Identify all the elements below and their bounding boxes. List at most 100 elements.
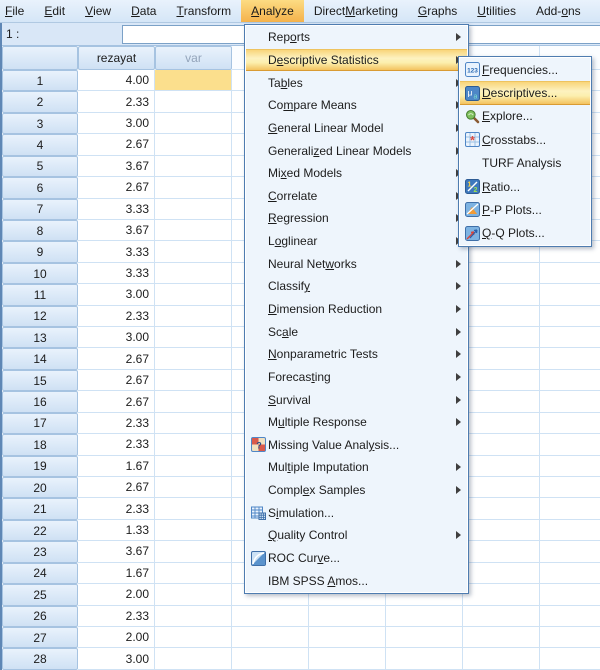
cell-blank[interactable] xyxy=(463,541,540,562)
cell-var-8[interactable] xyxy=(155,220,232,241)
cell-blank[interactable] xyxy=(463,498,540,519)
cell-blank[interactable] xyxy=(540,477,600,498)
submenu-item-explore[interactable]: Explore... xyxy=(460,105,590,128)
cell-rezayat-20[interactable]: 2.67 xyxy=(78,477,155,498)
menu-item-descriptive-statistics[interactable]: Descriptive Statistics xyxy=(246,49,467,72)
row-header-13[interactable]: 13 xyxy=(2,327,78,348)
menu-item-neural-networks[interactable]: Neural Networks xyxy=(246,252,467,275)
menu-item-missing-value-analysis[interactable]: ?Missing Value Analysis... xyxy=(246,434,467,457)
row-header-9[interactable]: 9 xyxy=(2,241,78,262)
menu-item-compare-means[interactable]: Compare Means xyxy=(246,94,467,117)
row-header-28[interactable]: 28 xyxy=(2,648,78,669)
menu-data[interactable]: Data xyxy=(121,0,166,22)
cell-var-4[interactable] xyxy=(155,134,232,155)
cell-blank[interactable] xyxy=(232,627,309,648)
cell-var-16[interactable] xyxy=(155,391,232,412)
cell-blank[interactable] xyxy=(463,348,540,369)
cell-blank[interactable] xyxy=(540,306,600,327)
menu-item-nonparametric-tests[interactable]: Nonparametric Tests xyxy=(246,343,467,366)
submenu-item-descriptives[interactable]: μaDescriptives... xyxy=(460,81,590,104)
menu-item-quality-control[interactable]: Quality Control xyxy=(246,524,467,547)
cell-rezayat-9[interactable]: 3.33 xyxy=(78,241,155,262)
menu-item-survival[interactable]: Survival xyxy=(246,388,467,411)
cell-rezayat-8[interactable]: 3.67 xyxy=(78,220,155,241)
menu-item-mixed-models[interactable]: Mixed Models xyxy=(246,162,467,185)
cell-blank[interactable] xyxy=(463,306,540,327)
cell-var-2[interactable] xyxy=(155,91,232,112)
cell-blank[interactable] xyxy=(540,370,600,391)
row-header-21[interactable]: 21 xyxy=(2,498,78,519)
cell-blank[interactable] xyxy=(540,541,600,562)
cell-var-28[interactable] xyxy=(155,648,232,669)
menu-analyze[interactable]: Analyze xyxy=(241,0,304,22)
cell-rezayat-5[interactable]: 3.67 xyxy=(78,156,155,177)
cell-blank[interactable] xyxy=(540,606,600,627)
cell-var-25[interactable] xyxy=(155,584,232,605)
cell-blank[interactable] xyxy=(463,584,540,605)
cell-var-19[interactable] xyxy=(155,456,232,477)
cell-var-18[interactable] xyxy=(155,434,232,455)
cell-rezayat-22[interactable]: 1.33 xyxy=(78,520,155,541)
submenu-item-turf-analysis[interactable]: TURF Analysis xyxy=(460,152,590,175)
row-header-4[interactable]: 4 xyxy=(2,134,78,155)
menu-item-forecasting[interactable]: Forecasting xyxy=(246,366,467,389)
row-header-15[interactable]: 15 xyxy=(2,370,78,391)
cell-blank[interactable] xyxy=(463,434,540,455)
row-header-19[interactable]: 19 xyxy=(2,456,78,477)
cell-blank[interactable] xyxy=(463,627,540,648)
cell-blank[interactable] xyxy=(386,627,463,648)
row-header-10[interactable]: 10 xyxy=(2,263,78,284)
menu-view[interactable]: View xyxy=(75,0,121,22)
cell-var-5[interactable] xyxy=(155,156,232,177)
cell-blank[interactable] xyxy=(540,348,600,369)
menu-utilities[interactable]: Utilities xyxy=(467,0,526,22)
cell-blank[interactable] xyxy=(540,627,600,648)
cell-var-20[interactable] xyxy=(155,477,232,498)
menu-item-general-linear-model[interactable]: General Linear Model xyxy=(246,117,467,140)
menu-item-multiple-imputation[interactable]: Multiple Imputation xyxy=(246,456,467,479)
menu-edit[interactable]: Edit xyxy=(34,0,75,22)
row-header-7[interactable]: 7 xyxy=(2,199,78,220)
menu-item-tables[interactable]: Tables xyxy=(246,71,467,94)
cell-blank[interactable] xyxy=(463,477,540,498)
menu-transform[interactable]: Transform xyxy=(166,0,241,22)
cell-blank[interactable] xyxy=(463,648,540,669)
cell-blank[interactable] xyxy=(540,563,600,584)
grid-corner-cell[interactable] xyxy=(2,46,78,70)
cell-var-15[interactable] xyxy=(155,370,232,391)
cell-blank[interactable] xyxy=(463,456,540,477)
row-header-2[interactable]: 2 xyxy=(2,91,78,112)
cell-blank[interactable] xyxy=(540,520,600,541)
cell-rezayat-1[interactable]: 4.00 xyxy=(78,70,155,91)
cell-var-27[interactable] xyxy=(155,627,232,648)
cell-blank[interactable] xyxy=(309,648,386,669)
menu-item-multiple-response[interactable]: Multiple Response xyxy=(246,411,467,434)
menu-item-ibm-spss-amos[interactable]: IBM SPSS Amos... xyxy=(246,569,467,592)
cell-rezayat-16[interactable]: 2.67 xyxy=(78,391,155,412)
row-header-6[interactable]: 6 xyxy=(2,177,78,198)
cell-rezayat-10[interactable]: 3.33 xyxy=(78,263,155,284)
cell-blank[interactable] xyxy=(540,263,600,284)
cell-blank[interactable] xyxy=(540,327,600,348)
cell-rezayat-11[interactable]: 3.00 xyxy=(78,284,155,305)
cell-blank[interactable] xyxy=(540,498,600,519)
cell-blank[interactable] xyxy=(386,648,463,669)
cell-rezayat-19[interactable]: 1.67 xyxy=(78,456,155,477)
submenu-item-ratio[interactable]: 12Ratio... xyxy=(460,175,590,198)
cell-rezayat-18[interactable]: 2.33 xyxy=(78,434,155,455)
cell-var-13[interactable] xyxy=(155,327,232,348)
column-header-var[interactable]: var xyxy=(155,46,232,70)
cell-var-12[interactable] xyxy=(155,306,232,327)
cell-rezayat-3[interactable]: 3.00 xyxy=(78,113,155,134)
menu-graphs[interactable]: Graphs xyxy=(408,0,467,22)
row-header-14[interactable]: 14 xyxy=(2,348,78,369)
cell-rezayat-28[interactable]: 3.00 xyxy=(78,648,155,669)
menu-item-dimension-reduction[interactable]: Dimension Reduction xyxy=(246,298,467,321)
cell-blank[interactable] xyxy=(463,563,540,584)
cell-rezayat-23[interactable]: 3.67 xyxy=(78,541,155,562)
row-header-24[interactable]: 24 xyxy=(2,563,78,584)
cell-blank[interactable] xyxy=(463,606,540,627)
menu-item-simulation[interactable]: Simulation... xyxy=(246,501,467,524)
menu-item-complex-samples[interactable]: Complex Samples xyxy=(246,479,467,502)
cell-blank[interactable] xyxy=(232,606,309,627)
